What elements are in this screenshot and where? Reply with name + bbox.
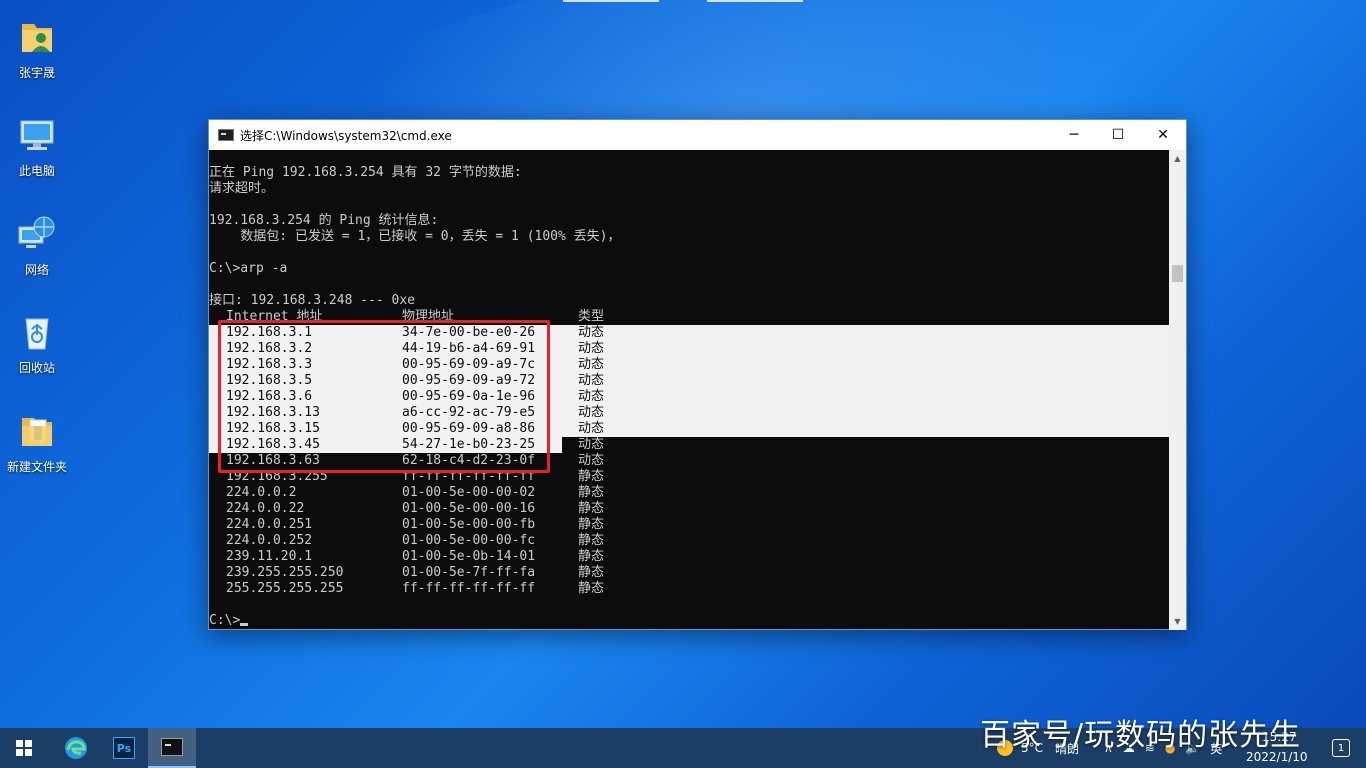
arp-cell: 动态 (578, 373, 605, 388)
arp-cell: 动态 (578, 389, 605, 404)
desktop-icon-label: 此电脑 (18, 164, 55, 178)
arp-cell: 动态 (578, 421, 605, 436)
console-prompt: C:\> (209, 613, 241, 628)
desktop-icon-user-folder[interactable]: 张宇晟 (4, 8, 70, 88)
arp-cell: 静态 (578, 469, 605, 484)
arp-table-row: 255.255.255.255 ff-ff-ff-ff-ff-ff 静态 (209, 581, 1169, 597)
arp-table-row: 224.0.0.22 01-00-5e-00-00-16 静态 (209, 501, 1169, 517)
console-prompt-line: C:\> (209, 613, 1169, 629)
arp-cell: 01-00-5e-00-00-fc (402, 533, 536, 548)
console-line: 正在 Ping 192.168.3.254 具有 32 字节的数据: (209, 165, 522, 180)
console-line: C:\>arp -a (209, 261, 288, 276)
taskbar-cmd[interactable] (148, 728, 196, 768)
console-line: 192.168.3.254 的 Ping 统计信息: (209, 213, 439, 228)
arp-cell: 动态 (578, 453, 605, 468)
arp-cell: 动态 (578, 357, 605, 372)
desktop-icon-label: 回收站 (18, 361, 55, 375)
arp-cell: 动态 (578, 325, 605, 340)
arp-cell: 01-00-5e-00-00-16 (402, 501, 536, 516)
desktop-icon-recycle-bin[interactable]: 回收站 (4, 303, 70, 383)
arp-cell: 224.0.0.22 (226, 501, 305, 516)
desktop-icon-network[interactable]: 网络 (4, 205, 70, 285)
start-button[interactable] (0, 728, 48, 768)
top-edge-strip (707, 0, 803, 2)
desktop-icon-label: 张宇晟 (18, 66, 55, 80)
arp-table-row: 224.0.0.252 01-00-5e-00-00-fc 静态 (209, 533, 1169, 549)
user-folder-icon (16, 16, 58, 58)
minimize-button[interactable]: ─ (1051, 120, 1097, 150)
arp-cell: 01-00-5e-00-00-02 (402, 485, 536, 500)
computer-icon (16, 114, 58, 156)
recycle-bin-icon (16, 311, 58, 353)
notification-count: 1 (1337, 742, 1345, 754)
arp-cell: 静态 (578, 549, 605, 564)
close-button[interactable]: ✕ (1140, 120, 1186, 150)
arp-table-row: 224.0.0.251 01-00-5e-00-00-fb 静态 (209, 517, 1169, 533)
arp-cell: 动态 (578, 405, 605, 420)
console-line: 数据包: 已发送 = 1，已接收 = 0，丢失 = 1 (100% 丢失)， (209, 229, 621, 244)
arp-cell: 255.255.255.255 (226, 581, 344, 596)
arp-cell: ff-ff-ff-ff-ff-ff (402, 581, 536, 596)
arp-cell: 224.0.0.2 (226, 485, 297, 500)
desktop-icon-new-folder[interactable]: 新建文件夹 (4, 402, 70, 482)
console-line: 请求超时。 (209, 181, 275, 196)
arp-table-row: 239.11.20.1 01-00-5e-0b-14-01 静态 (209, 549, 1169, 565)
red-highlight-box (218, 320, 550, 473)
taskbar-edge[interactable] (52, 728, 100, 768)
scroll-down-arrow-icon[interactable]: ▼ (1169, 613, 1186, 630)
arp-table-row: 224.0.0.2 01-00-5e-00-00-02 静态 (209, 485, 1169, 501)
arp-cell: 静态 (578, 517, 605, 532)
arp-header-cell: 类型 (578, 309, 605, 324)
photoshop-icon: Ps (113, 737, 135, 759)
top-edge-strip (563, 0, 659, 2)
vertical-scrollbar[interactable]: ▲ ▼ (1169, 150, 1186, 630)
console-line: 接口: 192.168.3.248 --- 0xe (209, 293, 416, 308)
desktop-icon-label: 网络 (24, 263, 49, 277)
desktop-icon-label: 新建文件夹 (6, 460, 67, 474)
scroll-thumb[interactable] (1172, 265, 1183, 282)
desktop-icon-this-pc[interactable]: 此电脑 (4, 106, 70, 186)
arp-cell: 239.255.255.250 (226, 565, 344, 580)
text-cursor (240, 623, 249, 626)
photoshop-label: Ps (116, 741, 132, 755)
arp-cell: 01-00-5e-7f-ff-fa (402, 565, 536, 580)
scroll-up-arrow-icon[interactable]: ▲ (1169, 150, 1186, 167)
watermark: 百家号/玩数码的张先生 (980, 718, 1302, 753)
arp-cell: 静态 (578, 565, 605, 580)
arp-cell: 静态 (578, 485, 605, 500)
arp-cell: 静态 (578, 501, 605, 516)
terminal-icon (161, 738, 183, 756)
window-title: 选择C:\Windows\system32\cmd.exe (240, 128, 452, 143)
arp-table-row: 239.255.255.250 01-00-5e-7f-ff-fa 静态 (209, 565, 1169, 581)
network-icon (16, 213, 58, 255)
arp-cell: 01-00-5e-0b-14-01 (402, 549, 536, 564)
arp-cell: 动态 (578, 437, 605, 452)
edge-browser-icon (65, 737, 87, 759)
arp-cell: 静态 (578, 533, 605, 548)
folder-icon (16, 410, 58, 452)
taskbar-photoshop[interactable]: Ps (100, 728, 148, 768)
window-titlebar[interactable]: 选择C:\Windows\system32\cmd.exe ─ ☐ ✕ (209, 120, 1186, 150)
arp-cell: 239.11.20.1 (226, 549, 313, 564)
maximize-button[interactable]: ☐ (1095, 120, 1141, 150)
arp-cell: 224.0.0.251 (226, 517, 313, 532)
arp-cell: 动态 (578, 341, 605, 356)
arp-cell: 01-00-5e-00-00-fb (402, 517, 536, 532)
arp-cell: 静态 (578, 581, 605, 596)
terminal-icon (218, 129, 234, 141)
arp-cell: 224.0.0.252 (226, 533, 313, 548)
notification-icon[interactable]: 1 (1332, 739, 1350, 757)
windows-logo-icon (16, 740, 32, 756)
